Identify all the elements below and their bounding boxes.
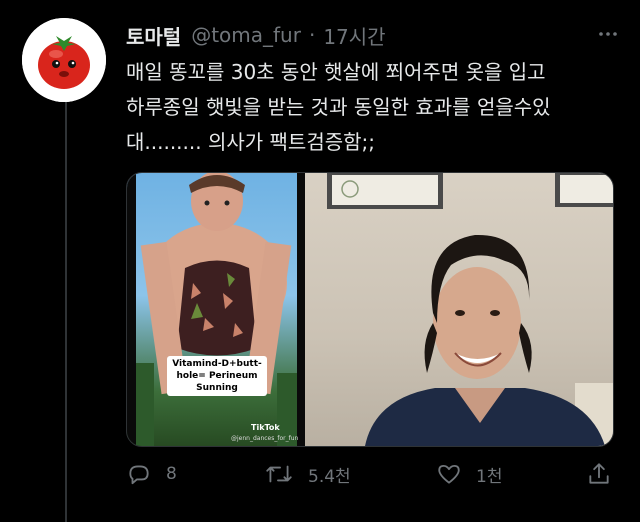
reply-icon (129, 465, 149, 485)
tomato-avatar-icon (22, 18, 106, 102)
retweet-count: 5.4천 (308, 466, 351, 487)
user-handle[interactable]: @toma_fur (191, 23, 301, 47)
tweet-media[interactable]: Vitamind-D+butt-hole= Perineum Sunning T… (126, 172, 614, 447)
separator-dot: · (308, 23, 316, 47)
retweet-button[interactable]: 5.4천 (264, 461, 436, 487)
reply-count: 8 (166, 464, 177, 484)
dancing-person-image (136, 173, 297, 446)
tiktok-video-frame: Vitamind-D+butt-hole= Perineum Sunning T… (127, 173, 305, 446)
tweet-text: 매일 똥꼬를 30초 동안 햇살에 쬐어주면 옷을 입고 하루종일 햇빛을 받는… (126, 55, 626, 160)
tiktok-watermark: TikTok (251, 423, 280, 432)
share-button[interactable] (586, 461, 612, 487)
like-count: 1천 (476, 466, 503, 487)
tweet-actions: 8 5.4천 1천 (126, 454, 616, 494)
share-icon (589, 463, 609, 484)
tiktok-username: @jenn_dances_for_fun (231, 435, 299, 442)
doctor-video-frame (305, 173, 613, 446)
avatar[interactable] (22, 18, 106, 102)
thread-line (65, 100, 67, 522)
reply-button[interactable]: 8 (126, 461, 264, 487)
like-button[interactable]: 1천 (436, 461, 586, 487)
retweet-icon (266, 465, 292, 483)
tweet-text-line: 대......... 의사가 팩트검증함;; (126, 130, 376, 154)
display-name[interactable]: 토마털 (126, 21, 181, 50)
timestamp[interactable]: 17시간 (323, 21, 385, 50)
tweet-text-line: 매일 똥꼬를 30초 동안 햇살에 쬐어주면 옷을 입고 (126, 60, 546, 84)
more-icon[interactable] (596, 22, 620, 52)
heart-icon (438, 464, 460, 484)
video-caption: Vitamind-D+butt-hole= Perineum Sunning (167, 356, 267, 396)
tweet-text-line: 하루종일 햇빛을 받는 것과 동일한 효과를 얻을수있 (126, 95, 551, 119)
doctor-image (327, 173, 613, 446)
tweet-header: 토마털 @toma_fur · 17시간 (126, 20, 620, 50)
